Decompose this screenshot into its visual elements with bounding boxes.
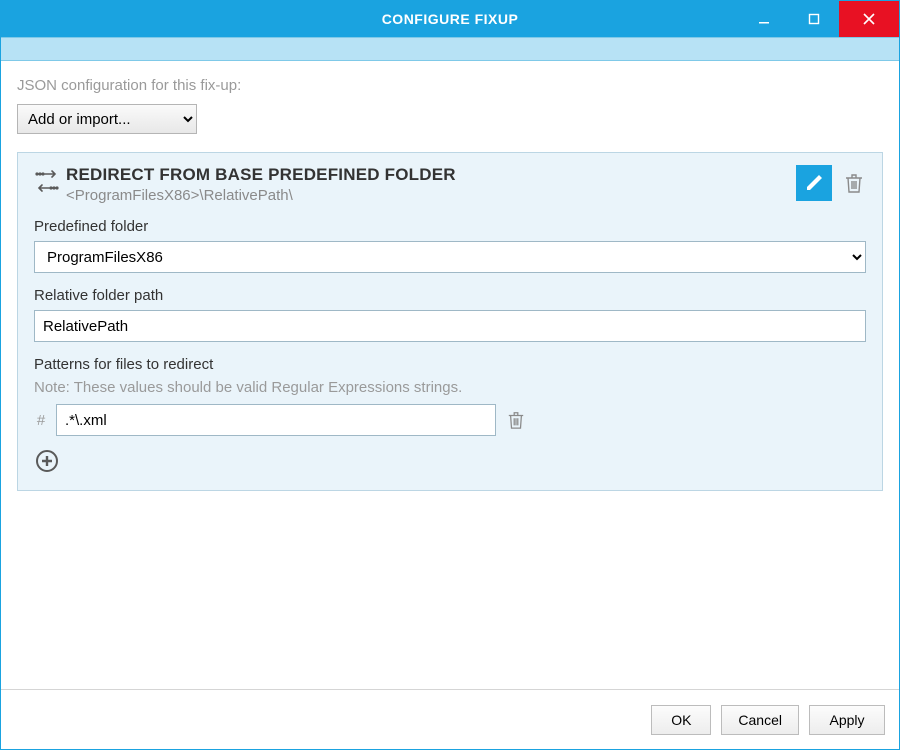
pattern-row: # xyxy=(34,404,866,436)
cancel-button[interactable]: Cancel xyxy=(721,705,799,735)
add-pattern-button[interactable] xyxy=(34,448,60,474)
delete-card-button[interactable] xyxy=(842,165,866,201)
window-root: CONFIGURE FIXUP JSON configuration for t… xyxy=(0,0,900,750)
close-icon xyxy=(862,12,876,26)
add-import-select[interactable]: Add or import... xyxy=(17,104,197,134)
apply-button[interactable]: Apply xyxy=(809,705,885,735)
plus-circle-icon xyxy=(35,449,59,473)
title-bar: CONFIGURE FIXUP xyxy=(1,1,899,37)
minimize-button[interactable] xyxy=(739,1,789,37)
relative-label: Relative folder path xyxy=(34,287,866,304)
relative-path-input[interactable] xyxy=(34,310,866,342)
pencil-icon xyxy=(804,173,824,193)
dialog-footer: OK Cancel Apply xyxy=(1,689,899,749)
predefined-select[interactable]: ProgramFilesX86 xyxy=(34,241,866,273)
redirect-icon xyxy=(34,165,66,202)
maximize-icon xyxy=(808,13,820,25)
card-header: REDIRECT FROM BASE PREDEFINED FOLDER <Pr… xyxy=(34,165,866,204)
add-pattern-row xyxy=(34,448,866,474)
pattern-input[interactable] xyxy=(56,404,496,436)
card-subtitle: <ProgramFilesX86>\RelativePath\ xyxy=(66,187,796,204)
patterns-note: Note: These values should be valid Regul… xyxy=(34,379,866,396)
minimize-icon xyxy=(758,13,770,25)
card-actions xyxy=(796,165,866,201)
redirect-card: REDIRECT FROM BASE PREDEFINED FOLDER <Pr… xyxy=(17,152,883,491)
delete-pattern-button[interactable] xyxy=(504,404,528,436)
trash-icon xyxy=(844,172,864,194)
content-area: JSON configuration for this fix-up: Add … xyxy=(1,61,899,689)
json-config-label: JSON configuration for this fix-up: xyxy=(17,77,883,94)
predefined-select-wrap: ProgramFilesX86 xyxy=(34,241,866,273)
card-title: REDIRECT FROM BASE PREDEFINED FOLDER xyxy=(66,165,796,185)
hash-symbol: # xyxy=(34,412,48,429)
maximize-button[interactable] xyxy=(789,1,839,37)
card-head-text: REDIRECT FROM BASE PREDEFINED FOLDER <Pr… xyxy=(66,165,796,204)
edit-button[interactable] xyxy=(796,165,832,201)
trash-icon xyxy=(507,410,525,430)
add-import-row: Add or import... xyxy=(17,104,883,134)
close-button[interactable] xyxy=(839,1,899,37)
sub-ribbon xyxy=(1,37,899,61)
predefined-label: Predefined folder xyxy=(34,218,866,235)
window-controls xyxy=(739,1,899,37)
patterns-label: Patterns for files to redirect xyxy=(34,356,866,373)
ok-button[interactable]: OK xyxy=(651,705,711,735)
